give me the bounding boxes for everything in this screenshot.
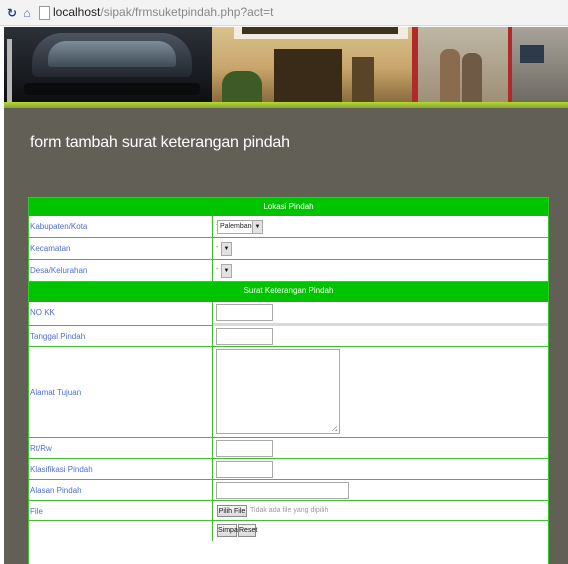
browser-address-bar: ↻ ⌂ localhost/sipak/frmsuketpindah.php?a…	[0, 0, 568, 26]
label-kabupaten: Kabupaten/Kota	[29, 216, 213, 237]
alamat-textarea[interactable]	[216, 349, 340, 434]
label-rtrw: Rt/Rw	[29, 438, 213, 458]
row-tanggal: Tanggal Pindah	[29, 326, 548, 347]
url-host: localhost	[53, 5, 101, 19]
label-nokk: NO KK	[29, 302, 213, 325]
section-title-lokasi: Lokasi Pindah	[263, 202, 314, 211]
section-header-lokasi: Lokasi Pindah	[29, 198, 548, 216]
url-field[interactable]: localhost/sipak/frmsuketpindah.php?act=t	[53, 5, 273, 19]
label-alasan: Alasan Pindah	[29, 480, 213, 500]
dropdown-arrow-icon: ▼	[252, 221, 262, 233]
desa-select[interactable]: ▼	[221, 264, 232, 278]
file-status-text: Tidak ada file yang dipilih	[250, 507, 329, 514]
banner-divider	[4, 102, 568, 108]
page-body: form tambah surat keterangan pindah Loka…	[4, 27, 568, 564]
section-header-surat: Surat Keterangan Pindah	[29, 282, 548, 302]
label-klasifikasi: Klasifikasi Pindah	[29, 459, 213, 479]
dropdown-arrow-icon: ▼	[221, 243, 231, 255]
row-rtrw: Rt/Rw	[29, 438, 548, 459]
rtrw-input[interactable]	[216, 440, 273, 457]
header-banner	[4, 27, 568, 102]
pindah-form: Lokasi Pindah Kabupaten/Kota - Palembang…	[28, 197, 549, 564]
home-icon[interactable]: ⌂	[20, 6, 34, 20]
page-icon	[39, 6, 50, 20]
label-desa: Desa/Kelurahan	[29, 260, 213, 281]
banner-photo-office-building	[212, 27, 412, 102]
banner-photo-service-desk	[508, 27, 568, 102]
row-klasifikasi: Klasifikasi Pindah	[29, 459, 548, 480]
row-actions: Simpan Reset	[29, 521, 548, 541]
kabupaten-select[interactable]: Palembang ▼	[217, 220, 263, 234]
banner-photo-car	[4, 27, 212, 102]
section-title-surat: Surat Keterangan Pindah	[243, 286, 334, 295]
row-file: File Pilih File Tidak ada file yang dipi…	[29, 501, 548, 521]
nokk-input[interactable]	[216, 304, 273, 321]
label-kecamatan: Kecamatan	[29, 238, 213, 259]
kabupaten-selected: Palembang	[220, 223, 256, 230]
row-kecamatan: Kecamatan - ▼	[29, 238, 548, 260]
label-file: File	[29, 501, 213, 520]
save-button[interactable]: Simpan	[217, 524, 242, 537]
url-path: /sipak/frmsuketpindah.php?act=t	[100, 5, 274, 19]
row-alamat: Alamat Tujuan	[29, 347, 548, 438]
choose-file-button[interactable]: Pilih File	[217, 505, 247, 517]
row-desa: Desa/Kelurahan - ▼	[29, 260, 548, 282]
page-title: form tambah surat keterangan pindah	[30, 134, 290, 151]
banner-photo-staff	[412, 27, 508, 102]
row-nokk: NO KK	[29, 302, 548, 326]
label-alamat: Alamat Tujuan	[29, 347, 213, 437]
tanggal-input[interactable]	[216, 328, 273, 345]
dropdown-arrow-icon: ▼	[221, 265, 231, 277]
label-tanggal: Tanggal Pindah	[29, 326, 213, 346]
resize-handle-icon[interactable]	[331, 425, 337, 431]
row-alasan: Alasan Pindah	[29, 480, 548, 501]
row-kabupaten: Kabupaten/Kota - Palembang ▼	[29, 216, 548, 238]
reload-icon[interactable]: ↻	[5, 6, 19, 20]
alasan-input[interactable]	[216, 482, 349, 499]
kecamatan-select[interactable]: ▼	[221, 242, 232, 256]
klasifikasi-input[interactable]	[216, 461, 273, 478]
reset-button[interactable]: Reset	[238, 524, 257, 537]
